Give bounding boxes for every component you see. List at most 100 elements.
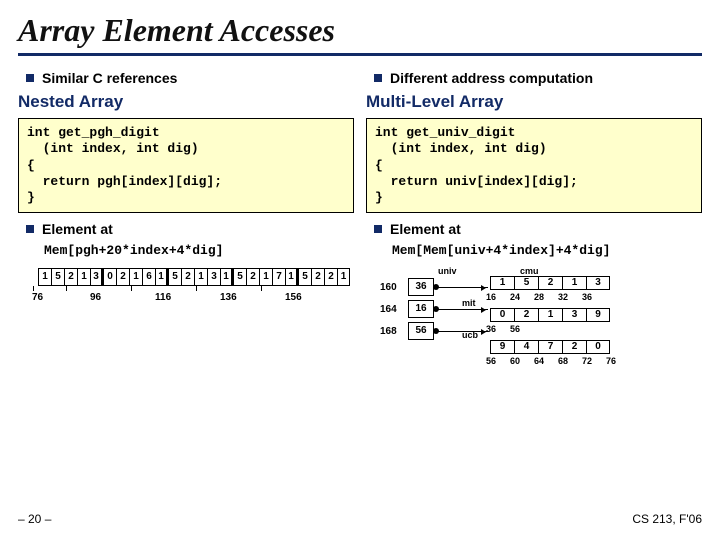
array-cell: 2 (181, 268, 194, 286)
tick-label: 116 (98, 292, 163, 303)
array-cell: 5 (233, 268, 246, 286)
label-cmu: cmu (520, 266, 539, 276)
bullet-text: Element at (42, 221, 113, 237)
page-title: Array Element Accesses (18, 12, 702, 49)
addr-label: 32 (558, 292, 568, 302)
tick-label: 96 (33, 292, 98, 303)
array-cell: 4 (514, 340, 538, 354)
tick-label: 156 (228, 292, 293, 303)
arrow-line (438, 331, 488, 332)
square-bullet-icon (26, 74, 34, 82)
array-cell: 2 (246, 268, 259, 286)
box-16: 16 (408, 300, 434, 318)
row-ucb: 94720 (490, 340, 610, 354)
array-cell: 7 (538, 340, 562, 354)
slide: Array Element Accesses Similar C referen… (0, 0, 720, 540)
addr-label: 28 (534, 292, 544, 302)
section-nested: Nested Array (18, 92, 354, 112)
array-cell: 1 (77, 268, 90, 286)
addr-label: 36 (582, 292, 592, 302)
array-cell: 2 (116, 268, 129, 286)
array-cell: 0 (490, 308, 514, 322)
array-cell: 9 (586, 308, 610, 322)
code-nested: int get_pgh_digit (int index, int dig) {… (18, 118, 354, 213)
square-bullet-icon (374, 74, 382, 82)
mem-expr-left: Mem[pgh+20*index+4*dig] (44, 243, 354, 258)
array-cell: 5 (168, 268, 181, 286)
array-cell: 1 (129, 268, 142, 286)
array-cell: 5 (51, 268, 64, 286)
array-cell: 9 (490, 340, 514, 354)
section-multi: Multi-Level Array (366, 92, 702, 112)
square-bullet-icon (374, 225, 382, 233)
box-56: 56 (408, 322, 434, 340)
course-label: CS 213, F'06 (632, 512, 702, 526)
array-cell: 1 (538, 308, 562, 322)
array-cell: 5 (514, 276, 538, 290)
row-mit: 02139 (490, 308, 610, 322)
arrow-line (438, 309, 488, 310)
array-cell: 2 (324, 268, 337, 286)
bullet-similar: Similar C references (26, 70, 354, 86)
columns: Similar C references Nested Array int ge… (18, 66, 702, 258)
right-column: Different address computation Multi-Leve… (366, 66, 702, 258)
array-cell: 2 (514, 308, 538, 322)
array-cell: 1 (155, 268, 168, 286)
bullet-element-right: Element at (374, 221, 702, 237)
addr-label: 56 (510, 324, 520, 334)
array-cell: 0 (103, 268, 116, 286)
array-cell: 6 (142, 268, 155, 286)
tick-label: 136 (163, 292, 228, 303)
array-cell: 0 (586, 340, 610, 354)
bullet-text: Similar C references (42, 70, 177, 86)
array-cell: 1 (337, 268, 350, 286)
array-cell: 7 (272, 268, 285, 286)
title-rule (18, 53, 702, 56)
array-cell: 1 (285, 268, 298, 286)
array-cell: 1 (38, 268, 51, 286)
bullet-text: Different address computation (390, 70, 593, 86)
array-cell: 2 (562, 340, 586, 354)
array-cell: 3 (207, 268, 220, 286)
diagrams: 152130216152131521715221 7696116136156 u… (18, 268, 702, 398)
footer: – 20 – CS 213, F'06 (18, 512, 702, 526)
array-cell: 2 (64, 268, 77, 286)
array-cell: 1 (194, 268, 207, 286)
array-cell: 1 (562, 276, 586, 290)
addr-160: 160 (380, 282, 397, 293)
addr-label: 60 (510, 356, 520, 366)
arrow-line (438, 287, 488, 288)
array-cell: 5 (298, 268, 311, 286)
addr-label: 76 (606, 356, 616, 366)
addr-168: 168 (380, 326, 397, 337)
code-multi: int get_univ_digit (int index, int dig) … (366, 118, 702, 213)
square-bullet-icon (26, 225, 34, 233)
addr-label: 72 (582, 356, 592, 366)
row-cmu: 15213 (490, 276, 610, 290)
array-cell: 1 (259, 268, 272, 286)
diagram-nested: 152130216152131521715221 7696116136156 (38, 268, 360, 398)
array-cell: 1 (490, 276, 514, 290)
addr-label: 56 (486, 356, 496, 366)
addr-label: 64 (534, 356, 544, 366)
nested-array-row: 152130216152131521715221 (38, 268, 360, 286)
diagram-multi: univ 160 164 168 36 16 56 cmu 15213 mit … (380, 268, 702, 398)
left-column: Similar C references Nested Array int ge… (18, 66, 354, 258)
addr-label: 16 (486, 292, 496, 302)
array-cell: 3 (562, 308, 586, 322)
page-number: – 20 – (18, 512, 51, 526)
addr-label: 36 (486, 324, 496, 334)
addr-label: 68 (558, 356, 568, 366)
mem-expr-right: Mem[Mem[univ+4*index]+4*dig] (392, 243, 702, 258)
nested-ticks: 7696116136156 (38, 292, 360, 303)
array-cell: 3 (90, 268, 103, 286)
addr-label: 24 (510, 292, 520, 302)
array-cell: 1 (220, 268, 233, 286)
box-36: 36 (408, 278, 434, 296)
addr-164: 164 (380, 304, 397, 315)
bullet-diff: Different address computation (374, 70, 702, 86)
array-cell: 3 (586, 276, 610, 290)
array-cell: 2 (538, 276, 562, 290)
label-univ: univ (438, 266, 457, 276)
bullet-text: Element at (390, 221, 461, 237)
